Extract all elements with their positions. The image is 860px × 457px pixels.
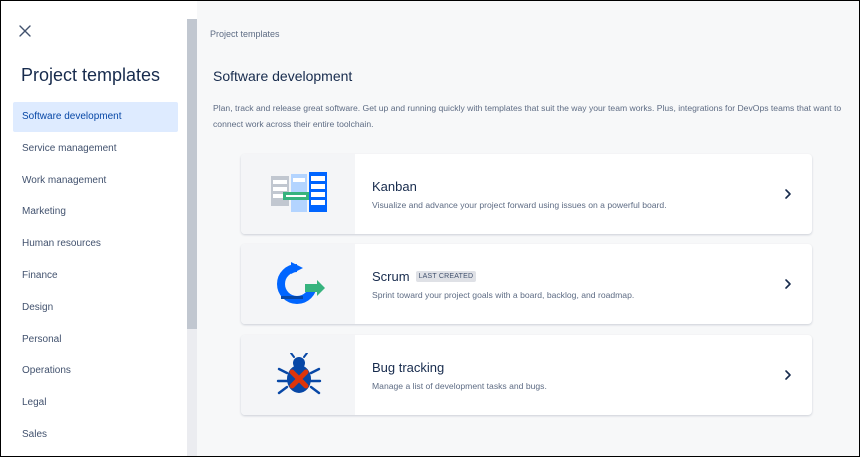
sidebar-item-operations[interactable]: Operations [13,356,178,386]
template-card-kanban[interactable]: Kanban Visualize and advance your projec… [241,154,812,234]
page-title: Software development [213,68,353,84]
card-illustration [241,335,355,415]
card-illustration [241,244,355,324]
template-picker-window: Project templates Software development S… [0,0,860,457]
card-title-text: Kanban [372,179,417,194]
chevron-right-icon[interactable] [782,187,794,201]
main-content: Project templates Software development P… [197,1,859,456]
card-illustration [241,154,355,234]
sidebar-scrollbar[interactable] [187,19,197,456]
card-description: Visualize and advance your project forwa… [372,200,667,210]
category-nav: Software development Service management … [13,102,178,452]
last-created-badge: LAST CREATED [415,271,477,282]
card-title-text: Scrum [372,269,410,284]
scrum-cycle-icon [277,262,325,304]
template-card-bug-tracking[interactable]: Bug tracking Manage a list of developmen… [241,335,812,415]
card-title: Scrum LAST CREATED [372,269,477,284]
sidebar-item-sales[interactable]: Sales [13,420,178,450]
close-button[interactable] [15,21,35,41]
sidebar-item-legal[interactable]: Legal [13,388,178,418]
close-icon [19,25,31,37]
sidebar-item-service-management[interactable]: Service management [13,134,178,164]
sidebar: Project templates Software development S… [1,1,187,456]
kanban-board-icon [271,172,327,212]
category-description: Plan, track and release great software. … [213,103,842,129]
sidebar-item-human-resources[interactable]: Human resources [13,229,178,259]
sidebar-item-marketing[interactable]: Marketing [13,197,178,227]
sidebar-item-finance[interactable]: Finance [13,261,178,291]
chevron-right-icon[interactable] [782,368,794,382]
template-card-scrum[interactable]: Scrum LAST CREATED Sprint toward your pr… [241,244,812,324]
breadcrumb[interactable]: Project templates [210,29,280,39]
card-title-text: Bug tracking [372,360,445,375]
sidebar-title: Project templates [21,65,161,85]
sidebar-item-software-development[interactable]: Software development [13,102,178,132]
chevron-right-icon[interactable] [782,277,794,291]
card-description: Sprint toward your project goals with a … [372,290,635,300]
bug-icon [276,353,322,395]
card-description: Manage a list of development tasks and b… [372,381,547,391]
card-title: Kanban [372,179,417,194]
sidebar-item-work-management[interactable]: Work management [13,166,178,196]
sidebar-item-design[interactable]: Design [13,293,178,323]
card-title: Bug tracking [372,360,444,375]
scrollbar-thumb[interactable] [187,19,197,329]
sidebar-item-personal[interactable]: Personal [13,325,178,355]
